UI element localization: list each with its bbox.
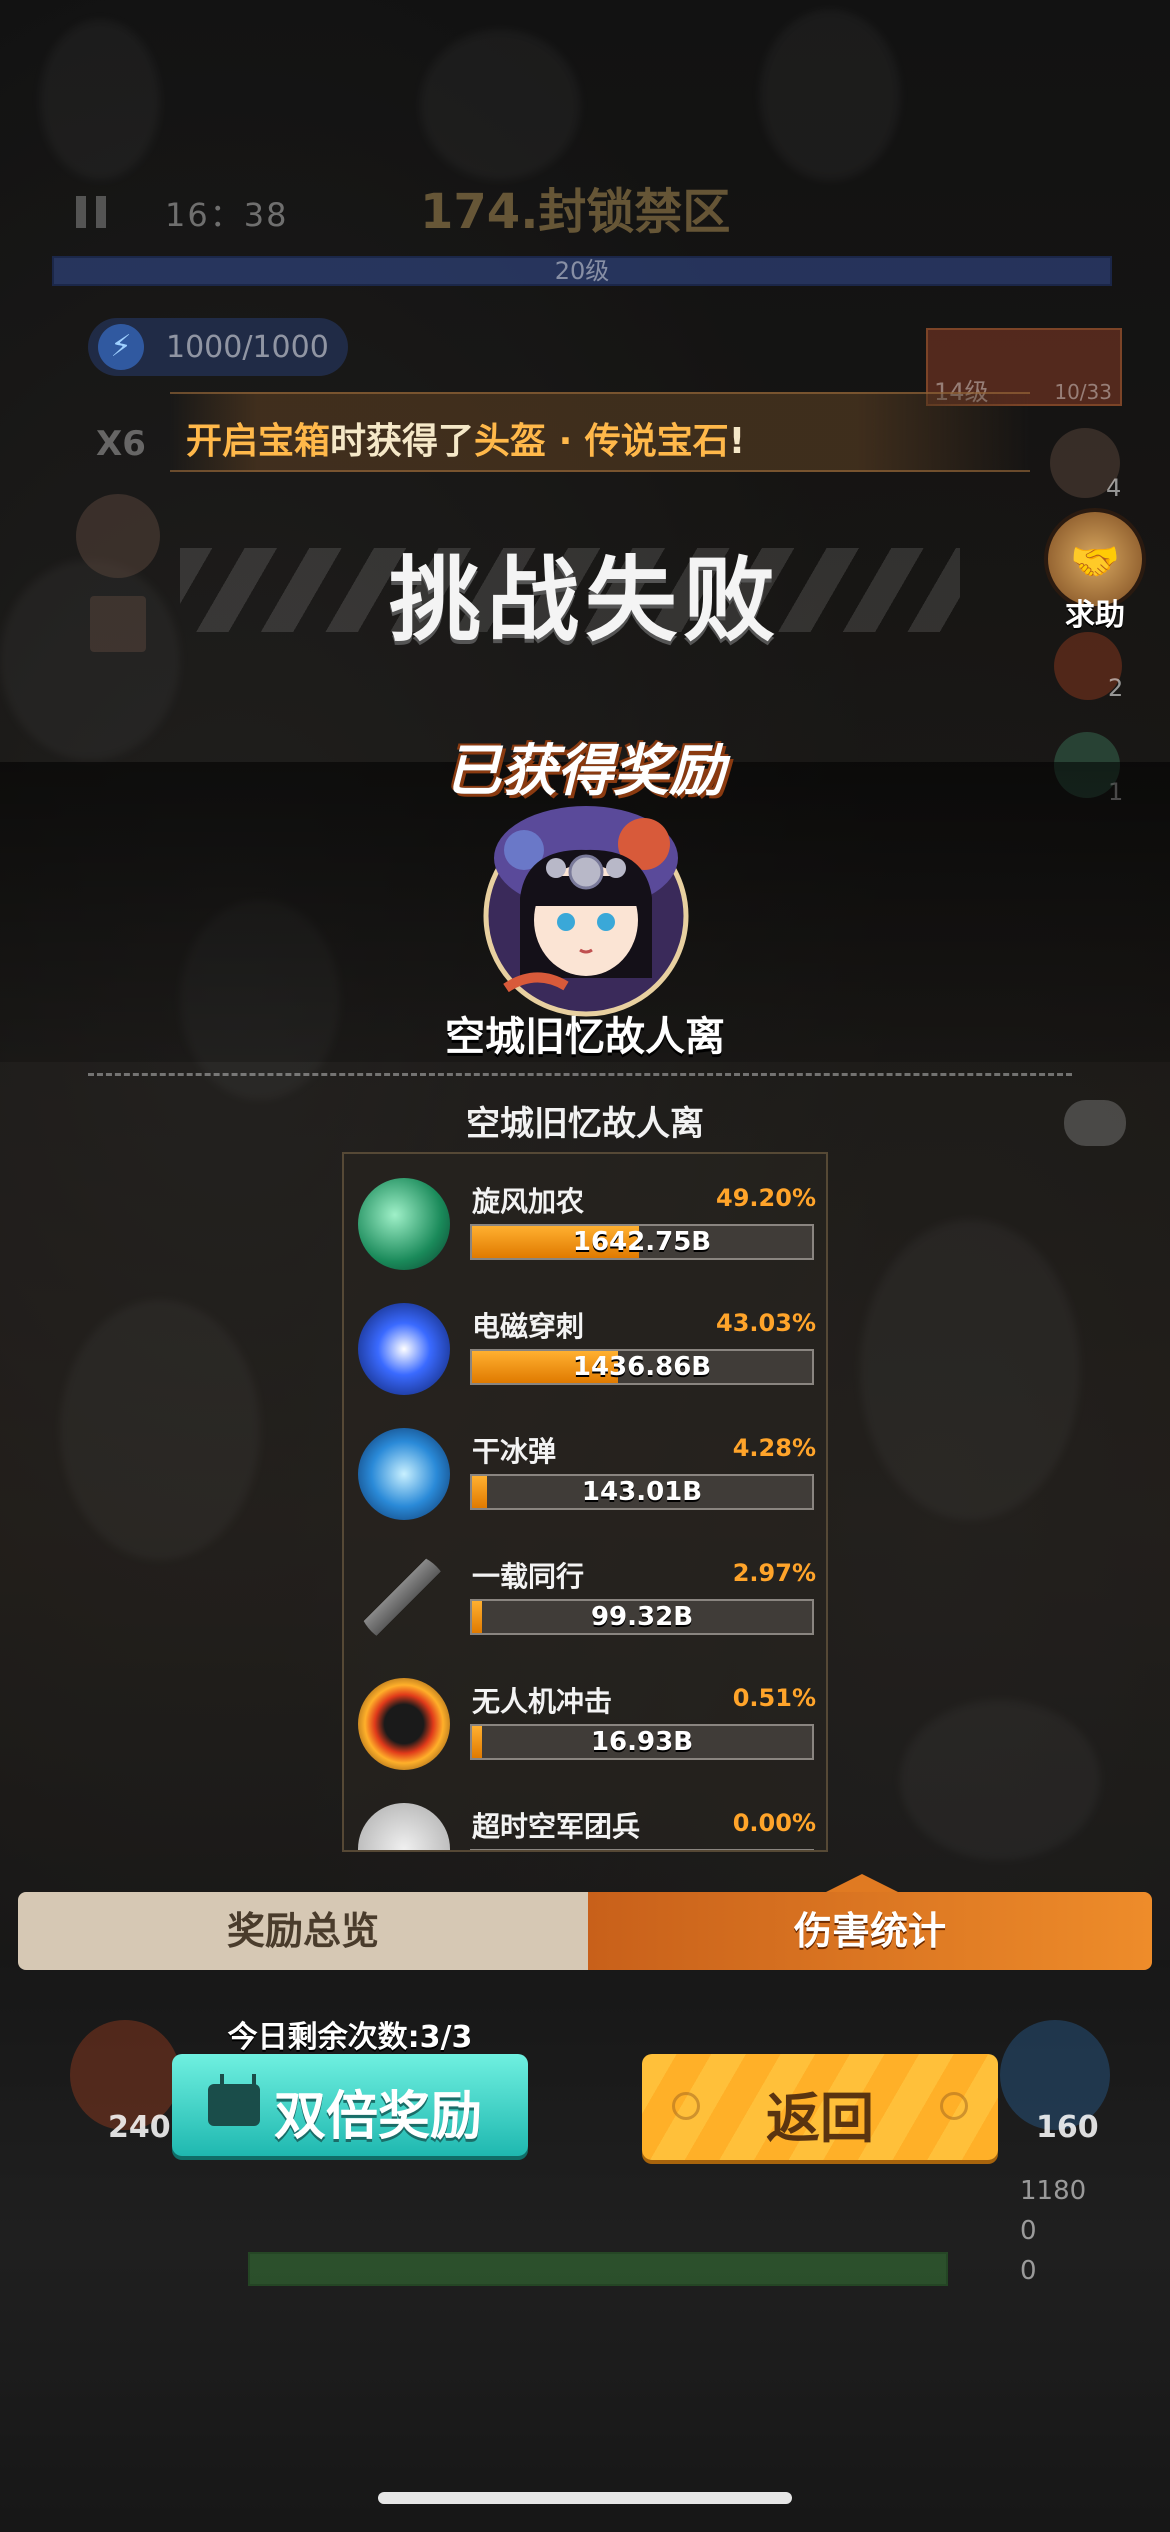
- character-portrait: [483, 806, 689, 1017]
- drone-icon: [358, 1678, 450, 1770]
- stage-title: 174.封锁禁区: [420, 184, 731, 240]
- notice-middle: 时获得了: [330, 421, 475, 462]
- ice-bullet-icon: [358, 1428, 450, 1520]
- skill-badge-count: 2: [1108, 674, 1124, 702]
- base-hp-bar: [248, 2252, 948, 2286]
- level-label: 20级: [554, 257, 610, 285]
- stat-row: 超时空军团兵 0.00%: [344, 1779, 826, 1850]
- lightning-icon: ⚡: [98, 324, 144, 370]
- stat-row: 电磁穿刺 43.03% 1436.86B: [344, 1279, 826, 1395]
- energy-pill: ⚡ 1000/1000: [88, 318, 348, 376]
- stat-name: 干冰弹: [472, 1435, 557, 1468]
- speed-multiplier: X6: [96, 424, 146, 464]
- stat-name: 一载同行: [472, 1560, 585, 1593]
- tab-damage-stats[interactable]: 伤害统计: [588, 1892, 1152, 1970]
- skill-left-count: 240: [108, 2110, 171, 2145]
- right-stat: 0: [1020, 2216, 1037, 2246]
- stat-value: 99.32B: [590, 1602, 694, 1632]
- help-label: 求助: [1065, 598, 1125, 633]
- reward-name: 空城旧忆故人离: [445, 1014, 725, 1060]
- right-stat: 1180: [1020, 2176, 1087, 2206]
- double-reward-label: 双倍奖励: [274, 2087, 483, 2147]
- tv-icon: [208, 2084, 260, 2126]
- stat-percent: 43.03%: [716, 1309, 816, 1337]
- right-stat: 0: [1020, 2256, 1037, 2286]
- divider: [88, 1073, 1072, 1076]
- stat-row: 一载同行 2.97% 99.32B: [344, 1529, 826, 1645]
- stat-value: 143.01B: [581, 1477, 703, 1507]
- remaining-count: 今日剩余次数:3/3: [227, 2020, 473, 2055]
- stat-name: 旋风加农: [472, 1185, 585, 1218]
- soldier-icon: [358, 1803, 450, 1850]
- tab-active-indicator: [822, 1874, 902, 1894]
- tab-bar: 奖励总览 伤害统计: [18, 1892, 1152, 1970]
- stat-percent: 0.00%: [732, 1809, 816, 1837]
- ban-icon: [940, 2092, 968, 2120]
- game-timer: 16：38: [165, 196, 289, 234]
- stat-row: 无人机冲击 0.51% 16.93B: [344, 1654, 826, 1770]
- stat-value: 16.93B: [590, 1727, 694, 1757]
- stat-percent: 49.20%: [716, 1184, 816, 1212]
- stat-row: 干冰弹 4.28% 143.01B: [344, 1404, 826, 1520]
- notice-prefix: 开启宝箱: [186, 421, 331, 462]
- notice-text: 开启宝箱时获得了头盔 · 传说宝石!: [186, 412, 745, 464]
- stat-bar: [470, 1849, 814, 1850]
- rifle-icon: [358, 1553, 450, 1645]
- stat-percent: 2.97%: [732, 1559, 816, 1587]
- stat-bar: 99.32B: [470, 1599, 814, 1635]
- notice-suffix: !: [728, 421, 746, 462]
- tab-reward-overview[interactable]: 奖励总览: [18, 1892, 588, 1970]
- result-title: 挑战失败: [388, 547, 781, 654]
- home-indicator[interactable]: [378, 2492, 792, 2504]
- stat-bar: 1436.86B: [470, 1349, 814, 1385]
- stat-value: 1436.86B: [572, 1352, 712, 1382]
- notice-item: 头盔 · 传说宝石: [474, 421, 729, 462]
- damage-stats-panel[interactable]: 旋风加农 49.20% 1642.75B 电磁穿刺 43.03% 1436.86B 干冰弹 4…: [342, 1152, 828, 1852]
- stat-bar: 143.01B: [470, 1474, 814, 1510]
- stats-title: 空城旧忆故人离: [466, 1104, 704, 1144]
- return-button[interactable]: 返回: [642, 2054, 998, 2160]
- tornado-icon: [358, 1178, 450, 1270]
- stat-row: 旋风加农 49.20% 1642.75B: [344, 1154, 826, 1270]
- notice-banner: 开启宝箱时获得了头盔 · 传说宝石!: [170, 392, 1030, 472]
- stat-value: 1642.75B: [572, 1227, 712, 1257]
- stat-name: 电磁穿刺: [472, 1310, 585, 1343]
- stat-name: 超时空军团兵: [472, 1810, 641, 1843]
- handshake-icon: 🤝: [1070, 539, 1120, 585]
- pause-icon[interactable]: [72, 192, 112, 232]
- stat-percent: 4.28%: [732, 1434, 816, 1462]
- double-reward-button[interactable]: 双倍奖励: [172, 2054, 528, 2156]
- level-progress-bar: 20级: [52, 256, 1112, 286]
- skill-badge-count: 4: [1106, 474, 1122, 502]
- stat-bar: 1642.75B: [470, 1224, 814, 1260]
- lightning-icon: [358, 1303, 450, 1395]
- energy-value: 1000/1000: [166, 330, 329, 365]
- weapon-count: 10/33: [1054, 380, 1112, 404]
- stat-percent: 0.51%: [732, 1684, 816, 1712]
- stat-bar: 16.93B: [470, 1724, 814, 1760]
- stat-name: 无人机冲击: [472, 1685, 613, 1718]
- skill-right-count: 160: [1036, 2110, 1099, 2145]
